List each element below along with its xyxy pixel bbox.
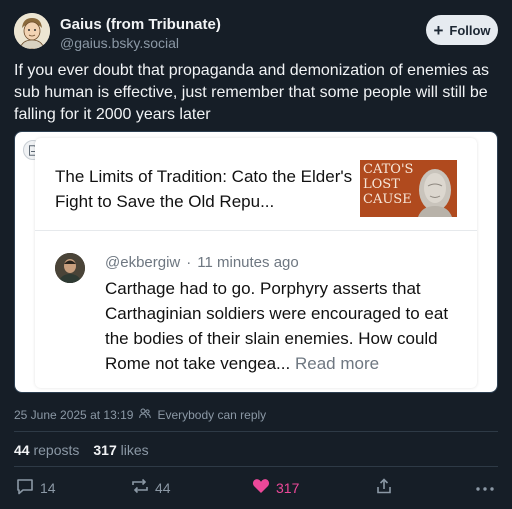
thumbnail-line: LOST [363,177,400,192]
thumbnail-caption: CATO'S LOST CAUSE [363,162,415,207]
separator [14,431,498,432]
divider [35,230,477,231]
quote-card[interactable]: The Limits of Tradition: Cato the Elder'… [14,131,498,393]
more-options-button[interactable] [476,478,494,494]
reply-time: 11 minutes ago [197,254,299,271]
thumbnail-line: CATO'S [363,162,414,177]
likes-count: 317 [93,442,117,458]
reply-icon [16,478,34,498]
reply-meta: @ekbergiw · 11 minutes ago [105,254,299,271]
post-header: Gaius (from Tribunate) @gaius.bsky.socia… [14,13,498,53]
share-icon [376,478,392,497]
author-name[interactable]: Gaius (from Tribunate) [60,16,221,33]
share-button[interactable] [376,478,392,497]
plus-icon: + [433,20,444,40]
link-title[interactable]: The Limits of Tradition: Cato the Elder'… [55,164,355,214]
like-button[interactable]: 317 [252,478,299,497]
like-count: 317 [276,479,300,496]
thumbnail-line: CAUSE [363,192,412,207]
separator [14,466,498,467]
read-more-link[interactable]: Read more [295,354,379,373]
likes-stat[interactable]: 317 likes [93,442,148,458]
reply-handle[interactable]: @ekbergiw [105,254,180,271]
reposts-label: reposts [33,442,80,458]
meta-separator: · [186,254,192,271]
more-icon [476,478,494,494]
embedded-post[interactable]: The Limits of Tradition: Cato the Elder'… [35,138,477,388]
reply-setting[interactable]: Everybody can reply [157,408,266,422]
heart-icon [252,478,270,497]
repost-button[interactable]: 44 [131,478,171,497]
post-meta: 25 June 2025 at 13:19 Everybody can repl… [14,408,266,422]
repost-icon [131,478,149,497]
follow-button[interactable]: + Follow [426,15,498,45]
action-bar: 14 44 317 [14,478,498,498]
reply-avatar[interactable] [55,253,85,283]
people-icon [139,408,152,422]
timestamp: 25 June 2025 at 13:19 [14,408,134,422]
reply-count: 14 [40,480,56,496]
follow-label: Follow [449,22,491,38]
engagement-stats: 44 reposts 317 likes [14,442,149,458]
reposts-count: 44 [14,442,30,458]
link-thumbnail[interactable]: CATO'S LOST CAUSE [360,160,457,217]
repost-count: 44 [155,479,171,496]
reply-button[interactable]: 14 [16,478,56,498]
post-text: If you ever doubt that propaganda and de… [14,62,489,123]
reposts-stat[interactable]: 44 reposts [14,442,79,458]
author-handle[interactable]: @gaius.bsky.social [60,35,179,51]
author-avatar[interactable] [14,13,50,49]
likes-label: likes [120,442,149,458]
reply-body: Carthage had to go. Porphyry asserts tha… [105,279,449,373]
reply-text: Carthage had to go. Porphyry asserts tha… [105,276,460,376]
